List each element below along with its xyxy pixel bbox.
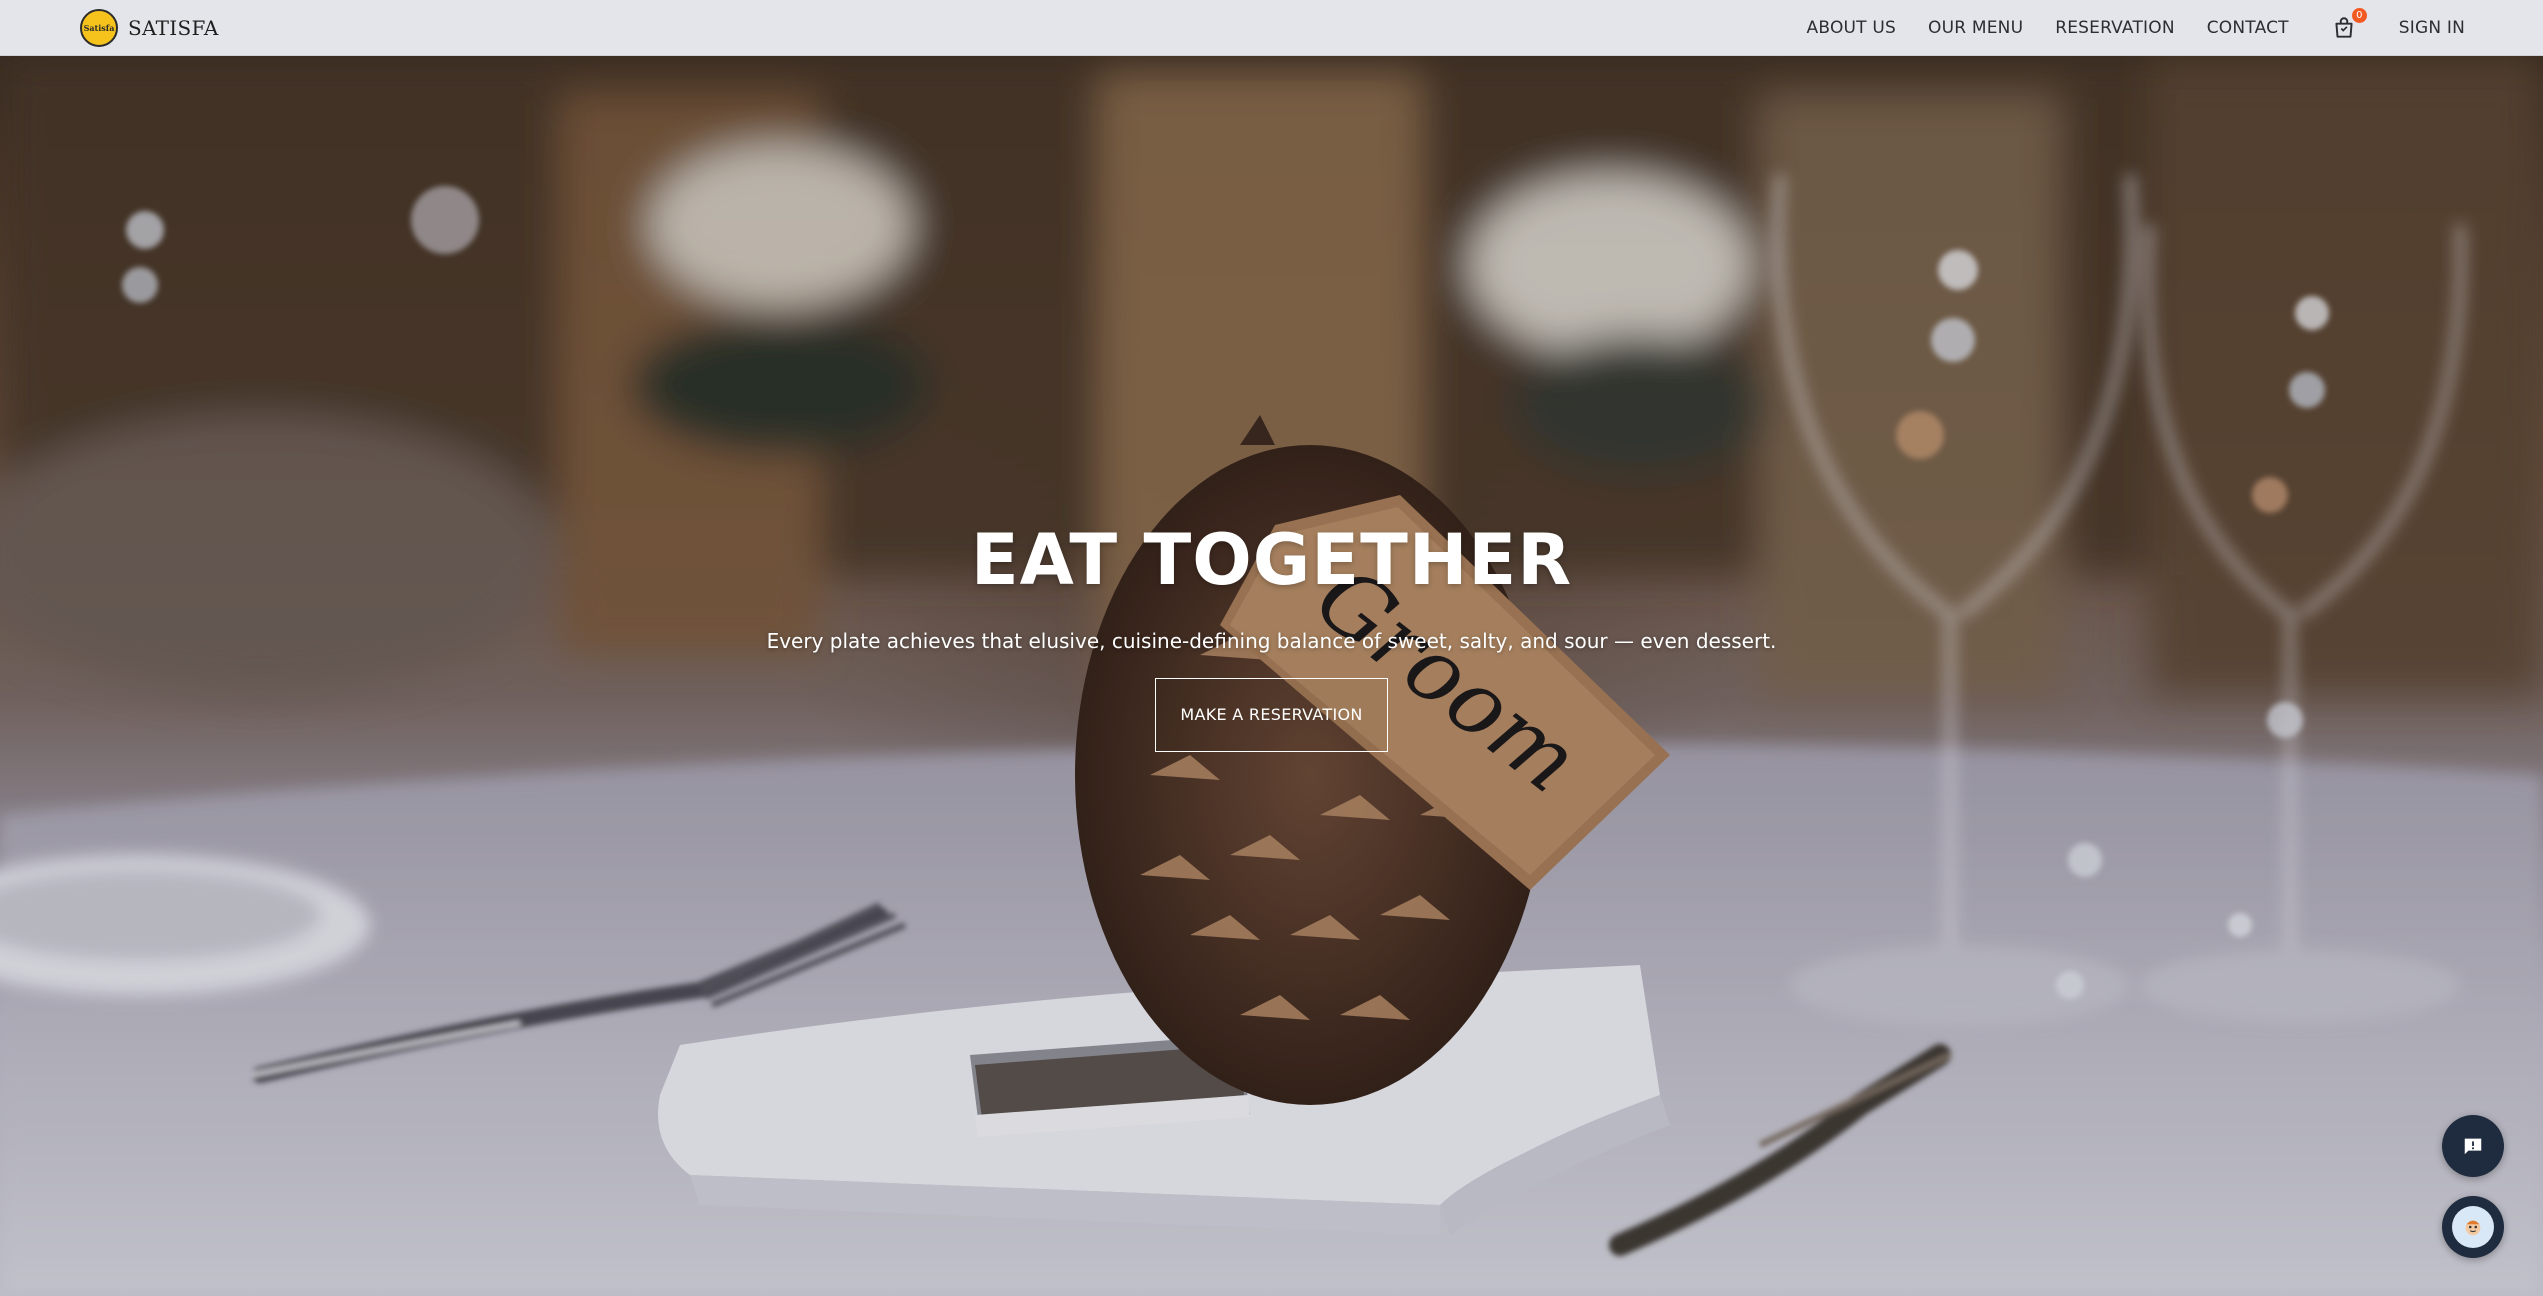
feedback-button[interactable] <box>2442 1115 2504 1177</box>
chat-bot-avatar <box>2452 1206 2494 1248</box>
nav-our-menu[interactable]: OUR MENU <box>1928 18 2023 38</box>
page: Satisfa SATISFA ABOUT US OUR MENU RESERV… <box>0 0 2543 1296</box>
cart-count-badge: 0 <box>2351 7 2367 23</box>
hero-title: EAT TOGETHER <box>970 519 1573 601</box>
nav-reservation[interactable]: RESERVATION <box>2055 18 2175 38</box>
hero-subtitle: Every plate achieves that elusive, cuisi… <box>766 629 1777 653</box>
cart-button[interactable]: 0 <box>2331 7 2367 41</box>
nav-contact[interactable]: CONTACT <box>2207 18 2289 38</box>
brand[interactable]: Satisfa SATISFA <box>80 8 219 48</box>
hero-content: EAT TOGETHER Every plate achieves that e… <box>0 525 2543 752</box>
sign-in-link[interactable]: SIGN IN <box>2399 18 2465 38</box>
navbar: Satisfa SATISFA ABOUT US OUR MENU RESERV… <box>0 0 2543 56</box>
feedback-icon <box>2464 1138 2482 1155</box>
chat-bot-icon <box>2465 1220 2481 1236</box>
main-nav: ABOUT US OUR MENU RESERVATION CONTACT 0 … <box>1775 0 2465 55</box>
hero-section: Groom EAT TOGETHER Every plate achieves … <box>0 55 2543 1296</box>
brand-logo-text: Satisfa <box>83 23 115 33</box>
brand-name[interactable]: SATISFA <box>128 16 219 40</box>
chat-button[interactable] <box>2442 1196 2504 1258</box>
nav-about-us[interactable]: ABOUT US <box>1807 18 1896 38</box>
make-reservation-button[interactable]: MAKE A RESERVATION <box>1155 678 1388 752</box>
brand-logo[interactable]: Satisfa <box>80 9 118 47</box>
